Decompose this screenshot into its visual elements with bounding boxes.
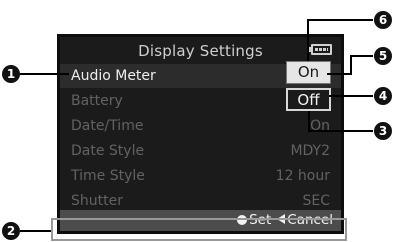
- callout-2: 2: [2, 222, 20, 240]
- footer-frame: [51, 218, 347, 241]
- callout-3: 3: [374, 122, 392, 140]
- leader-line-6: [307, 19, 373, 61]
- callout-5: 5: [374, 47, 392, 65]
- annotation-lines: [20, 19, 373, 241]
- leader-line-5: [327, 55, 373, 75]
- callout-4: 4: [374, 87, 392, 105]
- callout-6: 6: [374, 11, 392, 29]
- callout-1: 1: [2, 65, 20, 83]
- leader-line-3: [308, 111, 373, 132]
